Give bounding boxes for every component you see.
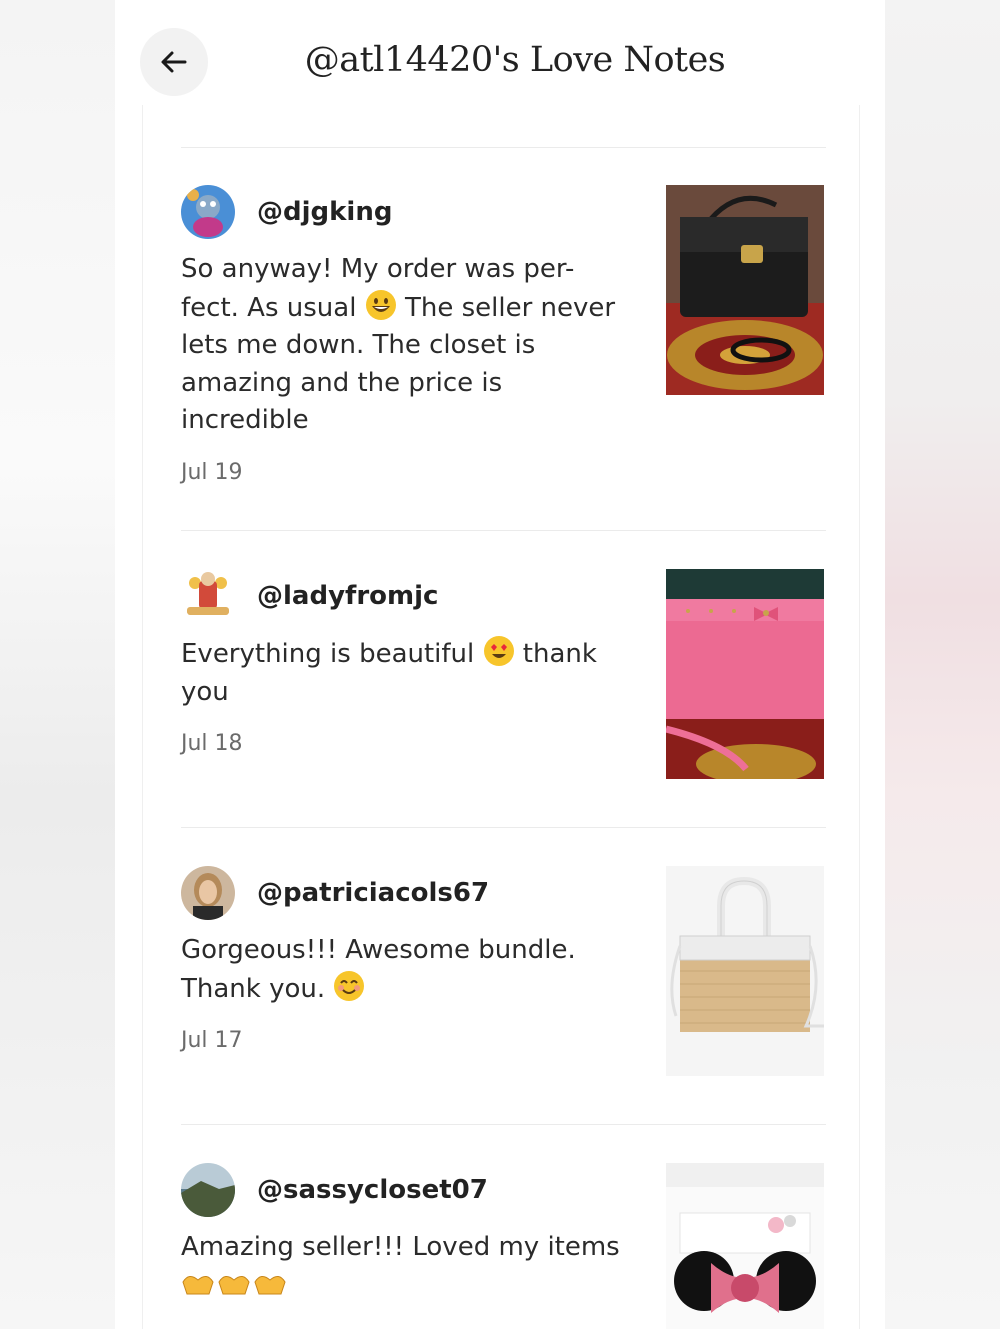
message-line: amazing and the price is <box>181 367 503 398</box>
note-date: Jul 18 <box>181 731 243 756</box>
username-link[interactable]: @djgking <box>257 197 392 227</box>
message-line: you <box>181 676 229 707</box>
username-link[interactable]: @sassycloset07 <box>257 1175 488 1205</box>
divider <box>181 147 826 148</box>
divider <box>181 530 826 531</box>
grinning-face-icon <box>365 289 396 320</box>
love-note: @djgking So anyway! My order was per- fe… <box>181 185 826 525</box>
heart-eyes-face-icon <box>483 636 514 666</box>
message-line: Everything is beautiful <box>181 639 475 669</box>
heart-hands-icon <box>181 1270 291 1300</box>
avatar[interactable] <box>181 185 235 239</box>
message-line: Amazing seller!!! Loved my items <box>181 1232 620 1262</box>
love-note: @sassycloset07 Amazing seller!!! Loved m… <box>181 1163 826 1329</box>
note-message: So anyway! My order was per- fect. As us… <box>181 251 631 440</box>
note-date: Jul 19 <box>181 460 243 485</box>
message-line: fect. As usual <box>181 292 357 323</box>
note-date: Jul 17 <box>181 1028 243 1053</box>
divider <box>181 827 826 828</box>
message-line: So anyway! My order was per- <box>181 254 575 284</box>
listing-thumbnail[interactable] <box>666 866 824 1076</box>
message-line: lets me down. The closet is <box>181 330 536 360</box>
page-title: @atl14420's Love Notes <box>304 40 726 80</box>
note-message: Amazing seller!!! Loved my items <box>181 1229 631 1304</box>
message-line: thank <box>522 639 597 669</box>
love-notes-list: @djgking So anyway! My order was per- fe… <box>142 105 860 1329</box>
avatar[interactable] <box>181 569 235 623</box>
note-message: Everything is beautiful thank you <box>181 635 631 711</box>
listing-thumbnail[interactable] <box>666 185 824 395</box>
smiling-face-icon <box>334 970 365 1001</box>
note-message: Gorgeous!!! Awesome bundle. Thank you. <box>181 932 631 1008</box>
message-line: Gorgeous!!! Awesome bundle. <box>181 935 576 965</box>
background-left <box>0 0 115 1329</box>
love-note: @patriciacols67 Gorgeous!!! Awesome bund… <box>181 866 826 1096</box>
avatar[interactable] <box>181 1163 235 1217</box>
message-line: incredible <box>181 405 309 435</box>
listing-thumbnail[interactable] <box>666 1163 824 1329</box>
message-line: Thank you. <box>181 973 326 1004</box>
divider <box>181 1124 826 1125</box>
love-note: @ladyfromjc Everything is beautiful than… <box>181 569 826 799</box>
username-link[interactable]: @ladyfromjc <box>257 581 438 611</box>
background-right <box>885 0 1000 1329</box>
username-link[interactable]: @patriciacols67 <box>257 878 489 908</box>
top-bar: @atl14420's Love Notes <box>115 0 885 105</box>
listing-thumbnail[interactable] <box>666 569 824 779</box>
message-line: The seller never <box>404 292 616 323</box>
avatar[interactable] <box>181 866 235 920</box>
app-screen: @atl14420's Love Notes @djgking So anywa… <box>115 0 885 1329</box>
